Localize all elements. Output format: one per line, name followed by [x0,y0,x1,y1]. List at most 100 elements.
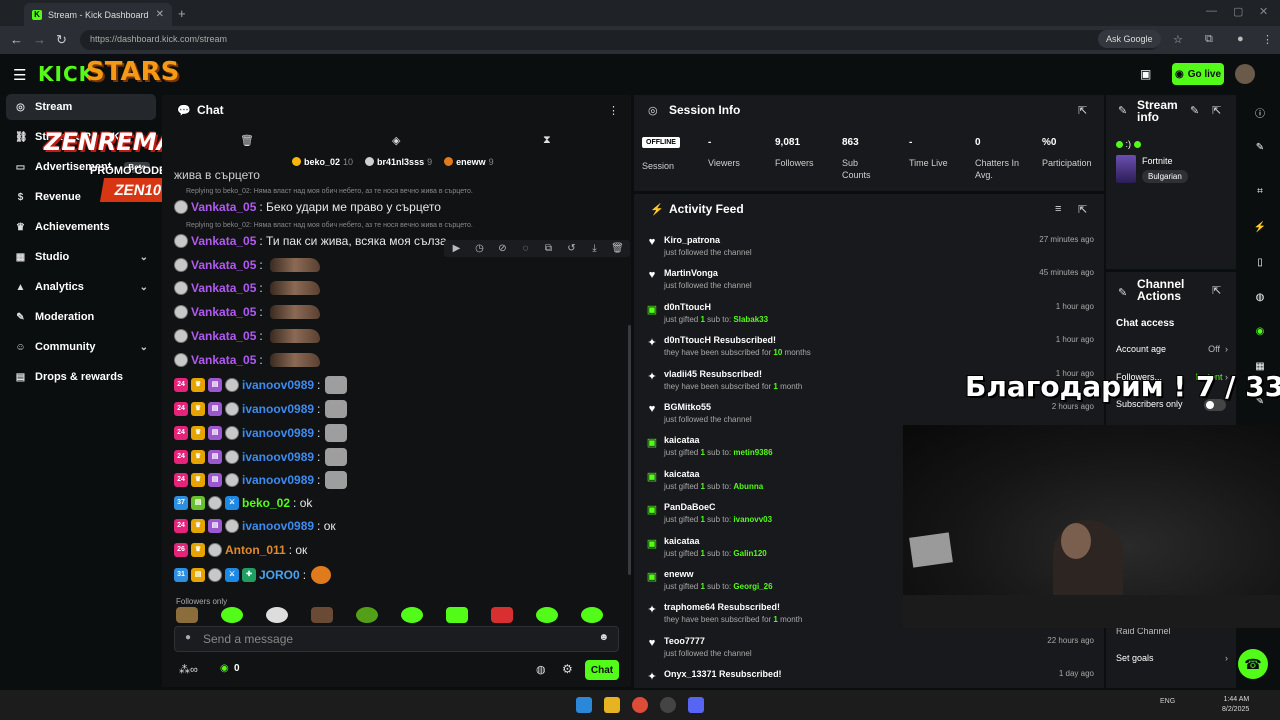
more-options-icon[interactable]: ⋮ [608,104,619,117]
url-input[interactable]: https://dashboard.kick.com/stream [80,30,1160,50]
info-icon[interactable]: ⓘ [1248,100,1272,124]
chat-message[interactable]: Vankata_05 : Ти пак си жива, всяка моя с… [174,234,447,248]
edit-pencil-icon[interactable]: ✎ [1190,104,1199,117]
chat-username[interactable]: Vankata_05 [191,234,256,248]
chat-message[interactable]: Vankata_05 : Беко удари ме право у сърце… [174,200,441,214]
close-tab-icon[interactable]: ✕ [156,9,164,20]
set-goals-row[interactable]: Set goals › [1116,653,1228,663]
sidebar-item-stream[interactable]: ◎ Stream [6,94,156,120]
pin-icon[interactable]: ⤓ [586,243,603,254]
activity-name[interactable]: eneww [664,569,694,579]
top-gifter[interactable]: br41nl3sss 9 [365,157,432,167]
activity-name[interactable]: PanDaBoeC [664,502,716,512]
activity-item[interactable]: ▣ d0nTtoucH just gifted 1 sub to: Slabak33… [642,299,1094,332]
chat-message-input[interactable]: ● Send a message ☻ [174,626,619,652]
new-tab-icon[interactable]: + [178,6,186,21]
emote-icon[interactable] [221,607,243,623]
chat-username[interactable]: Vankata_05 [191,353,256,367]
emote-icon[interactable] [536,607,558,623]
discord-icon[interactable] [688,697,704,713]
activity-name[interactable]: MartinVonga [664,268,718,278]
chat-username[interactable]: Vankata_05 [191,200,256,214]
activity-item[interactable]: ♥ Kiro_patrona just followed the channel 27… [642,232,1094,265]
chat-username[interactable]: ivanoov0989 [242,378,314,392]
chat-message[interactable]: Vankata_05: [174,258,320,272]
send-chat-button[interactable]: Chat [585,660,619,680]
chat-username[interactable]: Vankata_05 [191,305,256,319]
activity-name[interactable]: Onyx_13371 Resubscribed! [664,669,782,679]
popout-icon[interactable]: ⇱ [1212,104,1221,117]
forward-icon[interactable]: → [33,32,46,47]
chat-message[interactable]: Vankata_05: [174,353,320,367]
popout-icon[interactable]: ⇱ [1212,284,1221,297]
chat-username[interactable]: ivanoov0989 [242,450,314,464]
minimize-icon[interactable]: — [1206,5,1217,17]
browser-tab[interactable]: K Stream - Kick Dashboard ✕ [24,3,172,26]
browser-menu-icon[interactable]: ⋮ [1262,33,1273,46]
top-gifter[interactable]: eneww 9 [444,157,494,167]
reply-icon[interactable]: ◌ [517,243,534,254]
chat-username[interactable]: JORO0 [259,568,300,582]
popout-icon[interactable]: ⇱ [1078,203,1087,216]
crop-icon[interactable]: ⌗ [1248,179,1272,203]
chat-message[interactable]: 24 ♛ ▤ ivanoov0989 : ок [174,519,336,533]
hourglass-icon[interactable]: ⧗ [543,134,551,147]
top-gifter[interactable]: beko_02 10 [292,157,353,167]
document-icon[interactable]: ▯ [1248,250,1272,274]
undo-icon[interactable]: ↺ [563,243,580,254]
activity-name[interactable]: d0nTtoucH Resubscribed! [664,335,776,345]
emoji-picker-icon[interactable]: ☻ [598,632,609,643]
activity-name[interactable]: kaicataa [664,435,700,445]
delete-icon[interactable]: 🗑 [609,243,626,254]
account-age-value[interactable]: Off › [1208,344,1228,354]
stream-preview-icon[interactable]: ▣ [1140,67,1151,81]
chat-message[interactable]: 24 ♛ ▤ ivanoov0989: [174,424,348,442]
bolt-icon[interactable]: ⚡ [1248,215,1272,239]
chat-username[interactable]: Anton_011 [225,543,286,557]
chat-username[interactable]: beko_02 [242,496,290,510]
chat-message[interactable]: Vankata_05: [174,305,320,319]
language-indicator[interactable]: ENG [1160,698,1175,705]
sidebar-item-moderation[interactable]: ✎ Moderation [6,304,156,330]
settings-gear-icon[interactable]: ⚙ [562,662,573,676]
activity-name[interactable]: kaicataa [664,469,700,479]
chat-username[interactable]: Vankata_05 [191,329,256,343]
file-explorer-icon[interactable] [604,697,620,713]
profile-avatar-icon[interactable]: ● [1237,33,1244,45]
category-thumbnail[interactable] [1116,155,1136,183]
chat-bubble-icon[interactable]: ◍ [1248,285,1272,309]
chat-scrollbar[interactable] [628,325,631,575]
activity-name[interactable]: kaicataa [664,536,700,546]
emote-icon[interactable] [356,607,378,623]
chat-rules-icon[interactable]: ◍ [536,663,546,676]
chat-message[interactable]: 24 ♛ ▤ ivanoov0989: [174,400,348,418]
obs-icon[interactable] [660,697,676,713]
chat-mode-icon[interactable]: ● [185,632,191,643]
chat-username[interactable]: ivanoov0989 [242,519,314,533]
sidebar-item-community[interactable]: ☺ Community ⌄ [6,334,156,360]
chat-username[interactable]: ivanoov0989 [242,473,314,487]
close-window-icon[interactable]: ✕ [1259,5,1268,18]
emote-icon[interactable] [491,607,513,623]
back-icon[interactable]: ← [10,32,23,47]
windows-start-icon[interactable] [576,697,592,713]
category-name[interactable]: Fortnite [1142,156,1173,166]
chat-message[interactable]: 24 ♛ ▤ ivanoov0989: [174,448,348,466]
chat-message[interactable]: 37 ▤ ⚔ beko_02 : ok [174,496,312,510]
activity-item[interactable]: ♥ MartinVonga just followed the channel 45 … [642,265,1094,298]
bookmark-star-icon[interactable]: ☆ [1173,33,1183,46]
trash-icon[interactable]: 🗑 [240,134,254,147]
activity-name[interactable]: Teoo7777 [664,636,705,646]
play-icon[interactable]: ▶ [448,243,465,254]
sidebar-item-analytics[interactable]: ▲ Analytics ⌄ [6,274,156,300]
chrome-icon[interactable] [632,697,648,713]
chat-username[interactable]: ivanoov0989 [242,426,314,440]
activity-name[interactable]: vladii45 Resubscribed! [664,369,762,379]
activity-name[interactable]: d0nTtoucH [664,302,711,312]
ask-google-button[interactable]: Ask Google [1098,30,1161,48]
chat-filter-icon[interactable]: ◈ [392,134,400,147]
filter-icon[interactable]: ≡ [1055,203,1061,215]
reload-icon[interactable]: ↻ [56,32,67,48]
emote-icon[interactable] [266,607,288,623]
chat-message[interactable]: Vankata_05: [174,329,320,343]
